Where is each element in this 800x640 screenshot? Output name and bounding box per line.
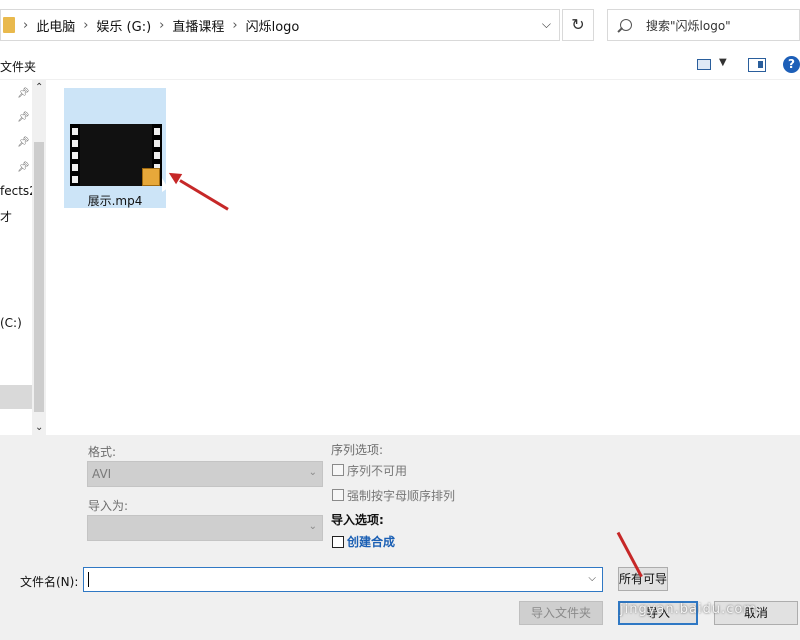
chevron-down-icon[interactable]: ⌵ bbox=[588, 573, 596, 584]
breadcrumb-current[interactable]: 闪烁logo bbox=[246, 16, 300, 35]
watermark: jingyan.baidu.com bbox=[620, 602, 757, 617]
breadcrumb-drive[interactable]: 娱乐 (G:) bbox=[96, 16, 151, 35]
toolbar: 文件夹 ▼ ? bbox=[0, 50, 800, 80]
nav-item-material[interactable]: 才 bbox=[0, 208, 12, 225]
address-bar[interactable]: › 此电脑 › 娱乐 (G:) › 直播课程 › 闪烁logo ⌵ bbox=[0, 9, 560, 41]
chevron-right-icon[interactable]: › bbox=[23, 18, 28, 33]
navigation-pane: 📌︎ 📌︎ 📌︎ 📌︎ fects2 才 (C:) ⌃ ⌄ bbox=[0, 80, 48, 435]
search-placeholder: 搜索"闪烁logo" bbox=[646, 18, 731, 33]
folder-icon bbox=[3, 17, 15, 33]
import-as-label: 导入为: bbox=[88, 499, 129, 513]
format-select: AVI ⌄ bbox=[87, 461, 323, 487]
sequence-options-label: 序列选项: bbox=[331, 443, 384, 457]
file-type-button[interactable]: 所有可导 bbox=[618, 567, 668, 591]
nav-item-selected[interactable] bbox=[0, 385, 32, 409]
create-composition-text[interactable]: 创建合成 bbox=[347, 533, 395, 550]
scroll-thumb[interactable] bbox=[34, 142, 44, 412]
preview-pane-icon[interactable] bbox=[748, 58, 766, 72]
chevron-down-icon: ⌄ bbox=[308, 467, 317, 478]
chevron-down-icon: ⌄ bbox=[308, 521, 317, 532]
file-list: 展示.mp4 bbox=[48, 80, 800, 435]
text-caret bbox=[88, 572, 89, 587]
force-alphabetical-checkbox bbox=[332, 489, 344, 501]
new-folder-button[interactable]: 文件夹 bbox=[0, 58, 36, 75]
import-options-label: 导入选项: bbox=[331, 513, 384, 527]
nav-item-drive-c[interactable]: (C:) bbox=[0, 316, 22, 330]
filename-input[interactable]: ⌵ bbox=[83, 567, 603, 592]
chevron-right-icon[interactable]: › bbox=[159, 18, 164, 33]
app-badge-icon bbox=[142, 168, 160, 186]
pin-icon[interactable]: 📌︎ bbox=[17, 162, 30, 173]
view-dropdown-icon[interactable]: ▼ bbox=[719, 57, 727, 68]
help-icon[interactable]: ? bbox=[783, 56, 800, 73]
sequence-unavailable-text: 序列不可用 bbox=[347, 464, 408, 478]
filename-label: 文件名(N): bbox=[20, 575, 79, 589]
pin-icon[interactable]: 📌︎ bbox=[17, 137, 30, 148]
scroll-down-icon[interactable]: ⌄ bbox=[35, 422, 43, 433]
address-row: › 此电脑 › 娱乐 (G:) › 直播课程 › 闪烁logo ⌵ ↻ 搜索"闪… bbox=[0, 0, 800, 50]
annotation-arrow bbox=[179, 179, 229, 211]
import-folder-button: 导入文件夹 bbox=[519, 601, 603, 625]
format-label: 格式: bbox=[88, 445, 117, 459]
file-item[interactable]: 展示.mp4 bbox=[64, 88, 168, 208]
pin-icon[interactable]: 📌︎ bbox=[17, 112, 30, 123]
nav-scrollbar[interactable]: ⌃ ⌄ bbox=[32, 80, 46, 435]
scroll-up-icon[interactable]: ⌃ bbox=[35, 82, 43, 93]
refresh-button[interactable]: ↻ bbox=[562, 9, 594, 41]
search-input[interactable]: 搜索"闪烁logo" bbox=[607, 9, 800, 41]
chevron-right-icon[interactable]: › bbox=[232, 18, 237, 33]
format-value: AVI bbox=[92, 467, 112, 481]
breadcrumb-course[interactable]: 直播课程 bbox=[172, 16, 224, 35]
search-icon bbox=[620, 19, 632, 31]
create-composition-checkbox[interactable] bbox=[332, 536, 344, 548]
file-name: 展示.mp4 bbox=[87, 194, 143, 208]
chevron-right-icon[interactable]: › bbox=[83, 18, 88, 33]
chevron-down-icon[interactable]: ⌵ bbox=[542, 17, 551, 32]
refresh-icon: ↻ bbox=[571, 15, 585, 34]
breadcrumb-this-pc[interactable]: 此电脑 bbox=[36, 16, 75, 35]
film-strip-left bbox=[70, 124, 80, 186]
view-options-icon[interactable] bbox=[697, 59, 711, 70]
force-alphabetical-text: 强制按字母顺序排列 bbox=[347, 489, 456, 503]
mouse-cursor-icon bbox=[162, 178, 168, 192]
import-as-select: ⌄ bbox=[87, 515, 323, 541]
sequence-checkbox bbox=[332, 464, 344, 476]
pin-icon[interactable]: 📌︎ bbox=[17, 88, 30, 99]
